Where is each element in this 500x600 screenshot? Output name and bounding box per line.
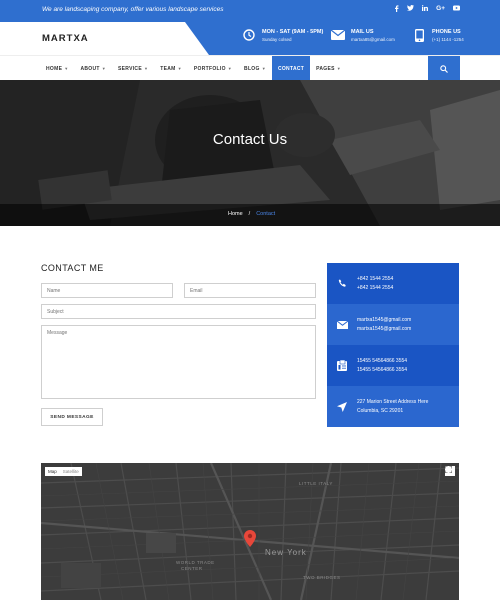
map-pin-icon[interactable]	[244, 530, 256, 547]
envelope-icon	[327, 320, 357, 329]
nav-item-home[interactable]: HOME ▼	[40, 56, 74, 81]
tagline: We are landscaping company, offer variou…	[42, 6, 224, 13]
fullscreen-icon[interactable]	[445, 466, 455, 476]
mail-title: MAIL US	[351, 29, 374, 35]
nav-item-blog[interactable]: BLOG ▼	[238, 56, 272, 81]
hours-info: MON - SAT (9AM - 5PM) Sunday colsed	[242, 28, 323, 44]
site-logo[interactable]: MARTXA	[42, 33, 89, 44]
nav-item-portfolio[interactable]: PORTFOLIO ▼	[188, 56, 238, 81]
address-line-2: Columbia, SC 29201	[357, 407, 404, 414]
envelope-icon	[331, 28, 345, 42]
address-line-1: 227 Marion Street Address Here	[357, 398, 429, 405]
address-block: 227 Marion Street Address Here Columbia,…	[327, 386, 459, 427]
youtube-icon[interactable]	[453, 5, 460, 14]
clock-icon	[242, 28, 256, 42]
fax-line-2: 15455 54564866 3554	[357, 366, 408, 373]
site-header: MARTXA MON - SAT (9AM - 5PM) Sunday cols…	[0, 22, 500, 55]
contact-form-title: CONTACT ME	[41, 263, 104, 273]
chevron-down-icon: ▼	[101, 66, 107, 71]
message-textarea[interactable]	[41, 325, 316, 399]
breadcrumb-home[interactable]: Home	[228, 211, 243, 217]
fax-line-1: 15455 54564866 3554	[357, 357, 408, 364]
linkedin-icon[interactable]	[422, 5, 429, 14]
nav-item-contact[interactable]: CONTACT	[271, 56, 311, 81]
map-type-control: Map Satellite	[45, 467, 82, 476]
search-icon	[440, 60, 448, 78]
nav-item-pages[interactable]: PAGES ▼	[310, 56, 347, 81]
page-banner: Contact Us Home / Contact	[0, 80, 500, 226]
phone-line-1[interactable]: +842 1544 2554	[357, 275, 393, 284]
nav-items: HOME ▼ ABOUT ▼ SERVICE ▼ TEAM ▼ PORTFOLIO ▼ B…	[40, 56, 347, 81]
breadcrumb-bar: Home / Contact	[0, 204, 500, 226]
chevron-down-icon: ▼	[143, 66, 149, 71]
nav-item-about[interactable]: ABOUT ▼	[74, 56, 112, 81]
google-plus-icon[interactable]: G+	[436, 5, 445, 14]
chevron-down-icon: ▼	[261, 66, 266, 71]
breadcrumb-current: Contact	[256, 211, 276, 217]
location-map[interactable]: Map Satellite LITTLE ITALY WORLD TRADE C…	[41, 463, 459, 600]
chevron-down-icon: ▼	[64, 66, 69, 71]
email-line-1[interactable]: martxa1545@gmail.com	[357, 316, 411, 325]
send-message-button[interactable]: SEND MESSAGE	[41, 408, 103, 426]
map-type-satellite[interactable]: Satellite	[60, 467, 82, 476]
phone-info: PHONE US (+1) 1144 -1254	[412, 28, 464, 44]
location-arrow-icon	[327, 401, 357, 412]
twitter-icon[interactable]	[407, 5, 415, 14]
search-button[interactable]	[428, 56, 460, 81]
fax-block: 15455 54564866 3554 15455 54564866 3554	[327, 345, 459, 386]
email-input[interactable]	[184, 283, 316, 298]
nav-item-team[interactable]: TEAM ▼	[154, 56, 188, 81]
nav-item-service[interactable]: SERVICE ▼	[112, 56, 154, 81]
map-city-label: New York	[265, 548, 307, 557]
facebook-icon[interactable]	[394, 5, 399, 14]
phone-icon	[412, 28, 426, 42]
map-label-two-bridges: TWO BRIDGES	[303, 575, 341, 580]
chevron-down-icon: ▼	[227, 66, 233, 71]
hours-title: MON - SAT (9AM - 5PM)	[262, 29, 324, 35]
email-line-2[interactable]: martxa1545@gmail.com	[357, 325, 411, 334]
map-label-trade-center-2: CENTER	[181, 566, 203, 571]
mail-sub[interactable]: martxa85@gmail.com	[351, 36, 395, 44]
phone-title: PHONE US	[432, 29, 461, 35]
map-label-little-italy: LITTLE ITALY	[299, 481, 333, 486]
name-input[interactable]	[41, 283, 173, 298]
mail-info: MAIL US martxa85@gmail.com	[331, 28, 395, 44]
page: We are landscaping company, offer variou…	[0, 0, 500, 600]
subject-input[interactable]	[41, 304, 316, 319]
chevron-down-icon: ▼	[177, 66, 182, 71]
phone-sub[interactable]: (+1) 1144 -1254	[432, 36, 464, 44]
phone-block: +842 1544 2554 +842 1544 2554	[327, 263, 459, 304]
fax-icon	[327, 360, 357, 371]
page-title: Contact Us	[212, 131, 288, 148]
top-bar: We are landscaping company, offer variou…	[0, 0, 500, 22]
social-links: G+	[394, 5, 460, 14]
breadcrumb: Home / Contact	[228, 211, 275, 217]
contact-info-panel: +842 1544 2554 +842 1544 2554 martxa1545…	[327, 263, 459, 427]
phone-line-2[interactable]: +842 1544 2554	[357, 284, 393, 293]
map-type-map[interactable]: Map	[45, 467, 60, 476]
breadcrumb-separator: /	[248, 211, 251, 217]
map-label-trade-center: WORLD TRADE	[176, 560, 215, 565]
chevron-down-icon: ▼	[336, 66, 342, 71]
hours-sub: Sunday colsed	[262, 37, 292, 42]
email-block: martxa1545@gmail.com martxa1545@gmail.co…	[327, 304, 459, 345]
phone-handset-icon	[327, 279, 357, 288]
main-nav: HOME ▼ ABOUT ▼ SERVICE ▼ TEAM ▼ PORTFOLIO ▼ B…	[0, 55, 500, 81]
